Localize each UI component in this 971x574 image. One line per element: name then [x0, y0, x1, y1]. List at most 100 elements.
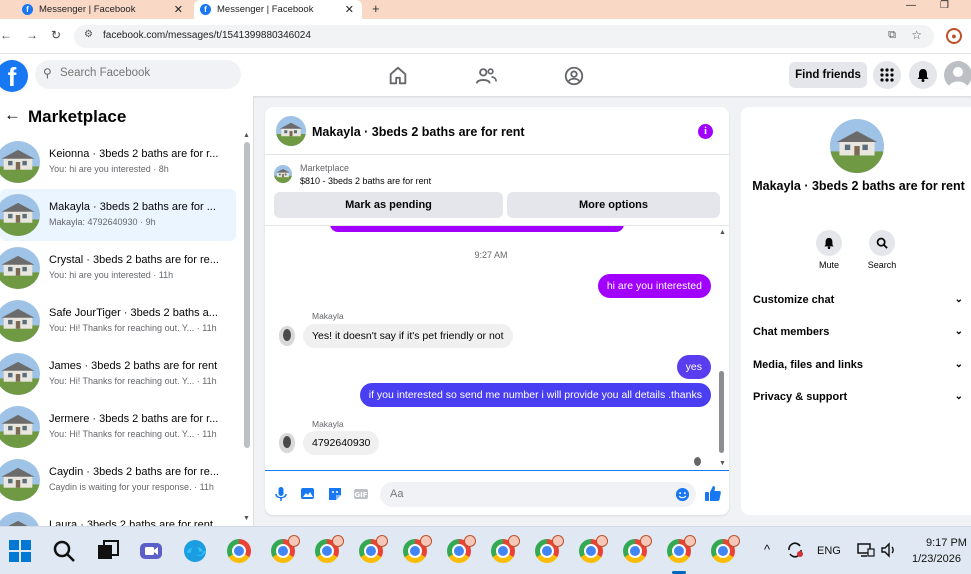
install-app-icon[interactable]: ⧉ — [888, 29, 896, 42]
scroll-up-icon[interactable]: ▲ — [243, 132, 250, 139]
task-view-icon[interactable] — [96, 539, 120, 563]
menu-grid-button[interactable] — [873, 61, 901, 89]
browser-tab[interactable]: f Messenger | Facebook ✕ — [16, 0, 191, 19]
chrome-profile-icon[interactable] — [403, 535, 432, 563]
profile-avatar[interactable] — [944, 61, 971, 89]
search-in-chat-button[interactable] — [869, 230, 895, 256]
clock-time[interactable]: 9:17 PM — [926, 537, 967, 549]
scroll-down-icon[interactable]: ▼ — [243, 515, 250, 522]
site-settings-icon[interactable]: ⚙ — [84, 29, 93, 40]
friends-icon[interactable] — [475, 65, 497, 87]
meet-video-icon[interactable] — [139, 539, 163, 563]
info-icon[interactable]: i — [698, 124, 713, 139]
message-input[interactable] — [390, 488, 660, 500]
home-icon[interactable] — [387, 65, 409, 87]
chrome-profile-icon[interactable] — [447, 535, 476, 563]
url-text[interactable]: facebook.com/messages/t/1541399880346024 — [103, 30, 311, 41]
sender-avatar[interactable] — [279, 326, 295, 346]
message-bubble-outgoing[interactable]: if you interested so send me number i wi… — [359, 383, 711, 407]
conversation-row[interactable]: Caydin · 3beds 2 baths are for re... Cayd… — [0, 454, 236, 506]
conversation-row[interactable]: James · 3beds 2 baths are for rent You: H… — [0, 348, 236, 400]
chat-members-section[interactable]: Chat members ⌄ — [753, 326, 963, 346]
chrome-profile-icon[interactable] — [535, 535, 564, 563]
listing-thumbnail — [0, 353, 40, 395]
close-tab-icon[interactable]: ✕ — [345, 3, 354, 16]
sync-icon[interactable] — [786, 541, 804, 559]
chat-title[interactable]: Makayla · 3beds 2 baths are for rent — [312, 125, 525, 139]
search-icon[interactable] — [52, 539, 76, 563]
bookmark-star-icon[interactable]: ☆ — [911, 28, 922, 42]
chrome-active-window-icon[interactable] — [667, 535, 696, 563]
chrome-profile-icon[interactable] — [359, 535, 388, 563]
sticker-icon[interactable] — [327, 486, 343, 502]
network-icon[interactable] — [857, 541, 875, 559]
minimize-icon[interactable]: — — [906, 0, 916, 12]
chrome-profile-icon[interactable] — [711, 535, 740, 563]
sender-avatar[interactable] — [279, 433, 295, 453]
conversation-row[interactable]: Crystal · 3beds 2 baths are for re... You… — [0, 242, 236, 294]
emoji-icon[interactable] — [675, 487, 690, 502]
microphone-icon[interactable] — [273, 486, 289, 502]
volume-icon[interactable] — [880, 541, 898, 559]
privacy-support-section[interactable]: Privacy & support ⌄ — [753, 391, 963, 411]
browser-tab-active[interactable]: f Messenger | Facebook ✕ — [194, 0, 362, 19]
reload-icon[interactable]: ↻ — [51, 28, 61, 42]
browser-profile-icon[interactable]: ● — [946, 28, 962, 44]
conversation-row[interactable]: Laura · 3beds 2 baths are for rent — [0, 507, 236, 526]
clock-date[interactable]: 1/23/2026 — [912, 553, 961, 565]
listing-price-title[interactable]: $810 - 3beds 2 baths are for rent — [300, 176, 431, 186]
facebook-search[interactable]: ⚲ — [35, 60, 241, 89]
chat-header[interactable]: Makayla · 3beds 2 baths are for rent i — [265, 107, 729, 155]
address-bar[interactable]: ⚙ facebook.com/messages/t/15413998803460… — [74, 25, 934, 48]
chrome-profile-icon[interactable] — [623, 535, 652, 563]
restore-icon[interactable]: ❐ — [940, 0, 949, 12]
message-bubble-incoming[interactable]: 4792640930 — [303, 431, 380, 455]
forward-icon[interactable]: → — [26, 28, 38, 42]
gif-icon[interactable]: GIF — [353, 486, 369, 502]
section-label: Privacy & support — [753, 391, 848, 403]
show-hidden-icons-chevron-icon[interactable]: ^ — [764, 542, 770, 557]
section-label: Media, files and links — [753, 359, 864, 371]
mute-button[interactable] — [816, 230, 842, 256]
conversation-row[interactable]: Jermere · 3beds 2 baths are for r... You:… — [0, 401, 236, 453]
scroll-up-icon[interactable]: ▲ — [719, 229, 726, 236]
message-bubble-incoming[interactable]: Yes! it doesn't say if it's pet friendly… — [303, 324, 513, 348]
listing-large-thumbnail[interactable] — [830, 119, 884, 173]
chrome-profile-icon[interactable] — [271, 535, 300, 563]
conversation-preview: Caydin is waiting for your response. · 1… — [49, 482, 214, 492]
customize-chat-section[interactable]: Customize chat ⌄ — [753, 294, 963, 314]
mark-as-pending-button[interactable]: Mark as pending — [274, 192, 503, 218]
scroll-down-icon[interactable]: ▼ — [719, 460, 726, 467]
message-bubble-outgoing[interactable]: yes — [676, 355, 711, 379]
media-files-links-section[interactable]: Media, files and links ⌄ — [753, 359, 963, 379]
message-bubble-outgoing[interactable]: hi are you interested — [597, 274, 711, 298]
chrome-profile-icon[interactable] — [491, 535, 520, 563]
conversation-row[interactable]: Keionna · 3beds 2 baths are for r... You:… — [0, 136, 236, 188]
scrollbar-thumb[interactable] — [719, 371, 724, 453]
conversation-name: James · 3beds 2 baths are for rent — [49, 360, 218, 372]
conversation-row[interactable]: Safe JourTiger · 3beds 2 baths a... You: … — [0, 295, 236, 347]
search-input[interactable] — [60, 67, 230, 79]
notifications-button[interactable] — [909, 61, 937, 89]
groups-icon[interactable] — [563, 65, 585, 87]
chrome-icon[interactable] — [227, 539, 251, 563]
edge-browser-icon[interactable] — [183, 539, 207, 563]
find-friends-button[interactable]: Find friends — [789, 62, 867, 88]
language-indicator[interactable]: ENG — [817, 545, 841, 557]
photo-icon[interactable] — [300, 486, 316, 502]
facebook-logo-icon[interactable]: f — [0, 60, 28, 92]
message-input-box[interactable] — [380, 482, 696, 507]
more-options-button[interactable]: More options — [507, 192, 720, 218]
chrome-profile-icon[interactable] — [315, 535, 344, 563]
scrollbar-thumb[interactable] — [244, 142, 250, 448]
back-icon[interactable]: ← — [0, 28, 12, 42]
back-arrow-icon[interactable]: ← — [4, 105, 21, 125]
thumbs-up-icon[interactable] — [704, 484, 722, 502]
listing-thumbnail — [276, 116, 306, 146]
windows-start-icon[interactable] — [8, 539, 32, 563]
message-thread[interactable]: 9:27 AM hi are you interested Makayla Ye… — [265, 225, 729, 470]
conversation-row[interactable]: Makayla · 3beds 2 baths are for ... Makay… — [0, 189, 236, 241]
new-tab-icon[interactable]: + — [372, 0, 380, 17]
chrome-profile-icon[interactable] — [579, 535, 608, 563]
close-tab-icon[interactable]: ✕ — [174, 3, 183, 16]
